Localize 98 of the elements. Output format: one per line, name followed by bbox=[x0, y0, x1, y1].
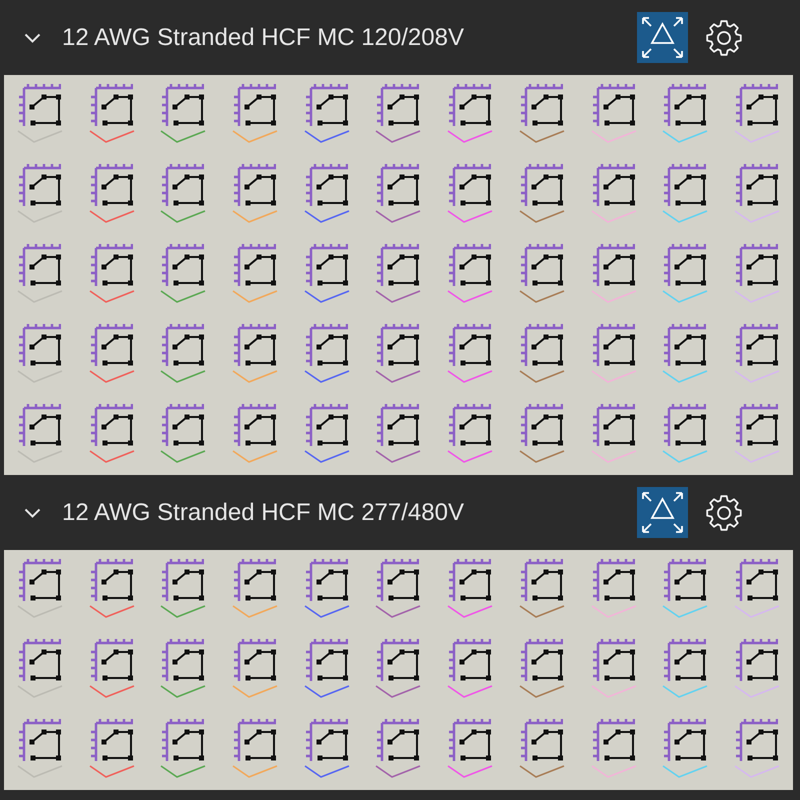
ruler-path-icon bbox=[162, 404, 204, 446]
ruler-path-icon bbox=[306, 404, 348, 446]
ruler-path-icon bbox=[592, 559, 635, 601]
ruler-path-icon bbox=[162, 559, 204, 601]
ruler-path-icon bbox=[306, 244, 348, 286]
ruler-path-icon bbox=[592, 164, 635, 206]
ruler-path-icon bbox=[592, 244, 635, 286]
ruler-path-icon bbox=[592, 324, 635, 366]
settings-icon[interactable] bbox=[705, 494, 743, 532]
ruler-path-icon bbox=[736, 719, 778, 761]
ruler-path-icon bbox=[736, 84, 778, 126]
ruler-path-icon bbox=[90, 404, 133, 446]
ruler-path-icon bbox=[520, 324, 563, 366]
ruler-path-icon bbox=[162, 324, 204, 366]
ruler-path-icon bbox=[377, 324, 420, 366]
ruler-path-icon bbox=[90, 559, 133, 601]
ruler-path-icon bbox=[234, 164, 276, 206]
ruler-path-icon bbox=[520, 559, 563, 601]
ruler-path-icon bbox=[377, 639, 420, 681]
ruler-path-icon bbox=[664, 639, 706, 681]
ruler-path-icon bbox=[520, 719, 563, 761]
ruler-path-icon bbox=[664, 84, 706, 126]
section-title: 12 AWG Stranded HCF MC 120/208V bbox=[62, 24, 464, 52]
ruler-path-icon bbox=[306, 324, 348, 366]
ruler-path-icon bbox=[664, 404, 706, 446]
ruler-path-icon bbox=[592, 719, 635, 761]
ruler-path-icon bbox=[449, 719, 492, 761]
ruler-path-icon bbox=[664, 164, 706, 206]
ruler-path-icon bbox=[18, 639, 61, 681]
ruler-path-icon bbox=[18, 164, 61, 206]
ruler-path-icon bbox=[449, 324, 492, 366]
ruler-path-icon bbox=[306, 639, 348, 681]
ruler-path-icon bbox=[234, 719, 276, 761]
ruler-path-icon bbox=[664, 559, 706, 601]
ruler-path-icon bbox=[234, 404, 276, 446]
ruler-path-icon bbox=[162, 639, 204, 681]
ruler-path-icon bbox=[306, 559, 348, 601]
ruler-path-icon bbox=[234, 639, 276, 681]
ruler-path-icon bbox=[18, 559, 61, 601]
ruler-path-icon bbox=[90, 719, 133, 761]
section-title: 12 AWG Stranded HCF MC 277/480V bbox=[62, 498, 464, 526]
ruler-path-icon bbox=[162, 244, 204, 286]
settings-icon[interactable] bbox=[705, 18, 743, 56]
ruler-path-icon bbox=[377, 719, 420, 761]
chevron-icon[interactable] bbox=[24, 32, 41, 42]
ruler-path-icon bbox=[18, 84, 61, 126]
ruler-path-icon bbox=[449, 164, 492, 206]
ruler-path-icon bbox=[377, 164, 420, 206]
ruler-path-icon bbox=[736, 404, 778, 446]
ruler-path-icon bbox=[664, 244, 706, 286]
fit-view-button[interactable] bbox=[637, 487, 688, 538]
ruler-path-icon bbox=[736, 324, 778, 366]
ruler-path-icon bbox=[90, 84, 133, 126]
ruler-path-icon bbox=[449, 404, 492, 446]
ruler-path-icon bbox=[736, 639, 778, 681]
ruler-path-icon bbox=[377, 404, 420, 446]
ruler-path-icon bbox=[377, 559, 420, 601]
ruler-path-icon bbox=[520, 639, 563, 681]
ruler-path-icon bbox=[234, 84, 276, 126]
ruler-path-icon bbox=[306, 719, 348, 761]
ruler-path-icon bbox=[520, 84, 563, 126]
ruler-path-icon bbox=[449, 559, 492, 601]
ruler-path-icon bbox=[592, 639, 635, 681]
ruler-path-icon bbox=[592, 84, 635, 126]
ruler-path-icon bbox=[736, 164, 778, 206]
ruler-path-icon bbox=[90, 324, 133, 366]
ruler-path-icon bbox=[162, 719, 204, 761]
ruler-path-icon bbox=[520, 404, 563, 446]
ruler-path-icon bbox=[377, 244, 420, 286]
chevron-icon[interactable] bbox=[24, 508, 41, 518]
ruler-path-icon bbox=[162, 164, 204, 206]
ruler-path-icon bbox=[162, 84, 204, 126]
ruler-path-icon bbox=[377, 84, 420, 126]
ruler-path-icon bbox=[90, 244, 133, 286]
ruler-path-icon bbox=[520, 164, 563, 206]
ruler-path-icon bbox=[664, 324, 706, 366]
ruler-path-icon bbox=[449, 84, 492, 126]
ruler-path-icon bbox=[90, 639, 133, 681]
ruler-path-icon bbox=[664, 719, 706, 761]
ruler-path-icon bbox=[234, 324, 276, 366]
fit-view-button[interactable] bbox=[637, 12, 688, 63]
ruler-path-icon bbox=[18, 324, 61, 366]
ruler-path-icon bbox=[18, 244, 61, 286]
ruler-path-icon bbox=[18, 404, 61, 446]
ruler-path-icon bbox=[736, 244, 778, 286]
ruler-path-icon bbox=[90, 164, 133, 206]
triangle-arrows-icon bbox=[642, 492, 683, 533]
ruler-path-icon bbox=[520, 244, 563, 286]
ruler-path-icon bbox=[449, 639, 492, 681]
ruler-path-icon bbox=[234, 559, 276, 601]
ruler-path-icon bbox=[449, 244, 492, 286]
ruler-path-icon bbox=[234, 244, 276, 286]
triangle-arrows-icon bbox=[642, 17, 683, 58]
ruler-path-icon bbox=[306, 164, 348, 206]
ruler-path-icon bbox=[592, 404, 635, 446]
ruler-path-icon bbox=[18, 719, 61, 761]
ruler-path-icon bbox=[306, 84, 348, 126]
ruler-path-icon bbox=[736, 559, 778, 601]
